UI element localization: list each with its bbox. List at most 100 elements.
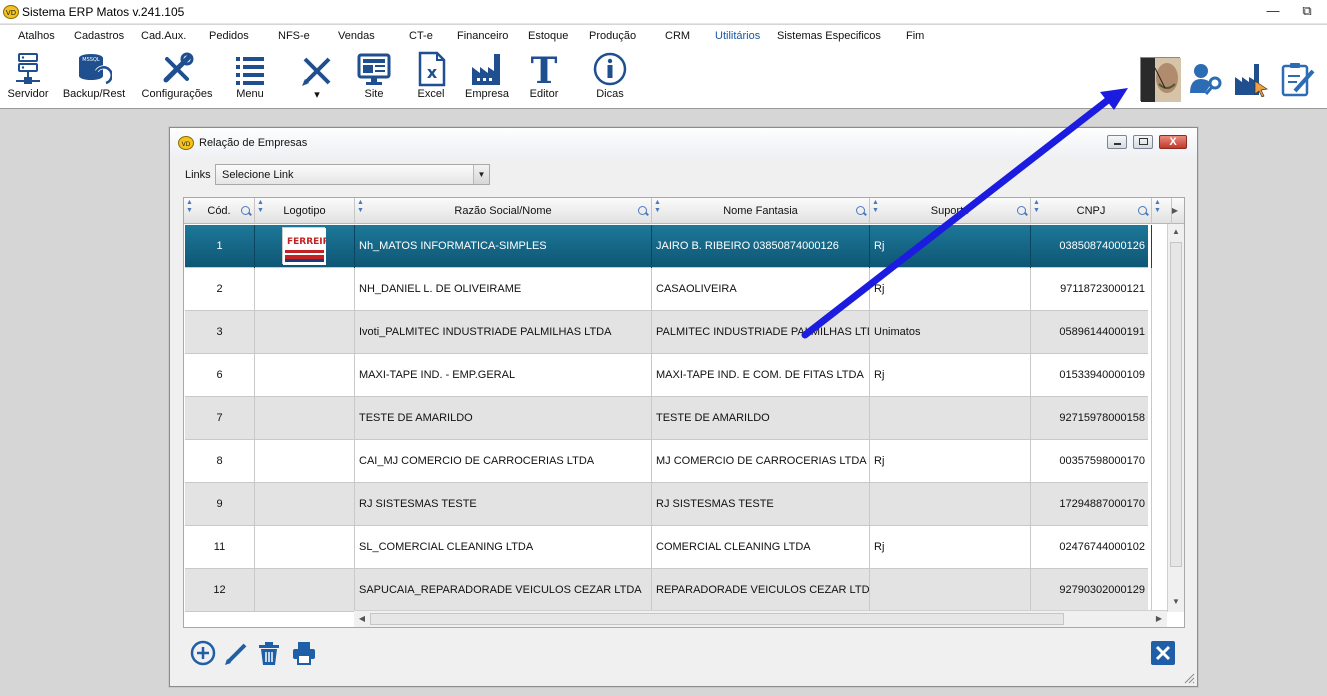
cell-cod: 2 bbox=[185, 268, 255, 311]
menu-atalhos[interactable]: Atalhos bbox=[18, 30, 55, 42]
cell-nome-fantasia: TESTE DE AMARILDO bbox=[652, 397, 870, 440]
column-header-nome-fantasia[interactable]: ▲ ▼ Nome Fantasia bbox=[652, 198, 870, 224]
table-row[interactable]: 7 TESTE DE AMARILDO TESTE DE AMARILDO 92… bbox=[185, 397, 1152, 440]
cell-cnpj: 92715978000158 bbox=[1031, 397, 1152, 440]
trash-icon[interactable] bbox=[256, 640, 282, 666]
configuracoes-button[interactable]: Configurações bbox=[140, 51, 214, 100]
column-search-icon[interactable] bbox=[638, 206, 647, 215]
column-search-icon[interactable] bbox=[856, 206, 865, 215]
cell-logotipo bbox=[255, 397, 355, 440]
column-header-razao-social[interactable]: ▲ ▼ Razão Social/Nome bbox=[355, 198, 652, 224]
cell-logotipo bbox=[255, 311, 355, 354]
sort-icon[interactable]: ▲ ▼ bbox=[872, 199, 879, 215]
menu-cadastros[interactable]: Cadastros bbox=[74, 30, 124, 42]
column-header-cod[interactable]: ▲ ▼ Cód. bbox=[184, 198, 255, 224]
cell-razao-social: RJ SISTESMAS TESTE bbox=[355, 483, 652, 526]
edit-pencil-icon[interactable] bbox=[223, 640, 249, 666]
backup-label: Backup/Rest bbox=[62, 88, 126, 100]
menu-vendas[interactable]: Vendas bbox=[338, 30, 375, 42]
dialog-minimize-button[interactable] bbox=[1107, 135, 1127, 149]
site-button[interactable]: Site bbox=[354, 51, 394, 100]
menu-producao[interactable]: Produção bbox=[589, 30, 636, 42]
cell-logotipo bbox=[255, 440, 355, 483]
app-logo-icon: VD bbox=[3, 5, 19, 19]
menu-cad-aux[interactable]: Cad.Aux. bbox=[141, 30, 186, 42]
menu-fim[interactable]: Fim bbox=[906, 30, 924, 42]
menu-nfse[interactable]: NFS-e bbox=[278, 30, 310, 42]
cell-suporte: Rj bbox=[870, 440, 1031, 483]
column-header-cnpj[interactable]: ▲ ▼ CNPJ bbox=[1031, 198, 1152, 224]
cell-suporte: Unimatos bbox=[870, 311, 1031, 354]
close-icon[interactable] bbox=[1150, 640, 1176, 666]
links-select[interactable]: Selecione Link ▼ bbox=[215, 164, 490, 185]
sort-icon[interactable]: ▲ ▼ bbox=[1154, 199, 1161, 215]
table-row[interactable]: 9 RJ SISTESMAS TESTE RJ SISTESMAS TESTE … bbox=[185, 483, 1152, 526]
menu-button[interactable]: Menu bbox=[230, 51, 270, 100]
horizontal-scroll-thumb[interactable] bbox=[370, 613, 1064, 625]
editor-button[interactable]: T Editor bbox=[524, 51, 564, 100]
table-row[interactable]: 12 SAPUCAIA_REPARADORADE VEICULOS CEZAR … bbox=[185, 569, 1152, 612]
print-icon[interactable] bbox=[291, 640, 317, 666]
column-header-suporte[interactable]: ▲ ▼ Suporte bbox=[870, 198, 1031, 224]
sort-icon[interactable]: ▲ ▼ bbox=[186, 199, 193, 215]
restore-button[interactable]: ⧉ bbox=[1287, 2, 1327, 22]
dialog-close-button[interactable]: X bbox=[1159, 135, 1187, 149]
column-search-icon[interactable] bbox=[1138, 206, 1147, 215]
sort-icon[interactable]: ▲ ▼ bbox=[1033, 199, 1040, 215]
column-search-icon[interactable] bbox=[241, 206, 250, 215]
dicas-button[interactable]: Dicas bbox=[590, 51, 630, 100]
column-header-logotipo[interactable]: ▲ ▼ Logotipo bbox=[255, 198, 355, 224]
cell-suporte bbox=[870, 569, 1031, 612]
vertical-scroll-thumb[interactable] bbox=[1170, 242, 1182, 567]
scroll-left-icon[interactable]: ◀ bbox=[354, 611, 370, 627]
user-avatar[interactable] bbox=[1140, 57, 1181, 102]
servidor-label: Servidor bbox=[7, 88, 49, 100]
table-row[interactable]: 1 FERREIRA Nh_MATOS INFORMATICA-SIMPLES … bbox=[185, 225, 1152, 268]
cell-razao-social: TESTE DE AMARILDO bbox=[355, 397, 652, 440]
table-row[interactable]: 11 SL_COMERCIAL CLEANING LTDA COMERCIAL … bbox=[185, 526, 1152, 569]
scroll-columns-right-icon[interactable]: ▶ bbox=[1168, 204, 1182, 218]
sort-icon[interactable]: ▲ ▼ bbox=[257, 199, 264, 215]
table-row[interactable]: 3 Ivoti_PALMITEC INDUSTRIADE PALMILHAS L… bbox=[185, 311, 1152, 354]
dialog-maximize-button[interactable] bbox=[1133, 135, 1153, 149]
user-key-icon[interactable] bbox=[1188, 61, 1224, 97]
excel-button[interactable]: x Excel bbox=[411, 51, 451, 100]
table-row[interactable]: 8 CAI_MJ COMERCIO DE CARROCERIAS LTDA MJ… bbox=[185, 440, 1152, 483]
sort-icon[interactable]: ▲ ▼ bbox=[654, 199, 661, 215]
cell-nome-fantasia: RJ SISTESMAS TESTE bbox=[652, 483, 870, 526]
menu-sistemas-especificos[interactable]: Sistemas Especificos bbox=[777, 30, 881, 42]
horizontal-scrollbar[interactable]: ◀ ▶ bbox=[354, 610, 1167, 627]
menu-pedidos[interactable]: Pedidos bbox=[209, 30, 249, 42]
table-row[interactable]: 2 NH_DANIEL L. DE OLIVEIRAME CASAOLIVEIR… bbox=[185, 268, 1152, 311]
menu-utilitarios[interactable]: Utilitários bbox=[715, 30, 760, 42]
svg-text:x: x bbox=[427, 63, 438, 82]
scroll-right-icon[interactable]: ▶ bbox=[1151, 611, 1167, 627]
vertical-scrollbar[interactable]: ▲ ▼ bbox=[1167, 224, 1184, 612]
cell-suporte bbox=[870, 397, 1031, 440]
column-search-icon[interactable] bbox=[1017, 206, 1026, 215]
resize-grip-icon[interactable] bbox=[1183, 672, 1195, 684]
excel-file-icon: x bbox=[418, 51, 446, 87]
dialog-app-icon: VD bbox=[178, 136, 194, 150]
scroll-down-icon[interactable]: ▼ bbox=[1168, 594, 1184, 610]
scroll-up-icon[interactable]: ▲ bbox=[1168, 224, 1184, 240]
info-icon bbox=[593, 52, 627, 86]
table-row[interactable]: 6 MAXI-TAPE IND. - EMP.GERAL MAXI-TAPE I… bbox=[185, 354, 1152, 397]
menu-financeiro[interactable]: Financeiro bbox=[457, 30, 508, 42]
empresa-button[interactable]: Empresa bbox=[465, 51, 509, 100]
pencil-ruler-button[interactable]: ▾ bbox=[297, 51, 337, 101]
backup-restore-button[interactable]: MSSQL Backup/Rest bbox=[61, 51, 127, 100]
edit-document-icon[interactable] bbox=[1280, 61, 1316, 97]
sort-icon[interactable]: ▲ ▼ bbox=[357, 199, 364, 215]
cell-cod: 7 bbox=[185, 397, 255, 440]
servidor-button[interactable]: Servidor bbox=[5, 51, 51, 100]
cell-cod: 6 bbox=[185, 354, 255, 397]
menu-cte[interactable]: CT-e bbox=[409, 30, 433, 42]
chevron-down-icon[interactable]: ▼ bbox=[473, 165, 489, 184]
monitor-icon bbox=[357, 53, 391, 85]
factory-select-icon[interactable] bbox=[1233, 61, 1269, 97]
cell-suporte: Rj bbox=[870, 526, 1031, 569]
menu-estoque[interactable]: Estoque bbox=[528, 30, 568, 42]
menu-crm[interactable]: CRM bbox=[665, 30, 690, 42]
add-icon[interactable] bbox=[190, 640, 216, 666]
